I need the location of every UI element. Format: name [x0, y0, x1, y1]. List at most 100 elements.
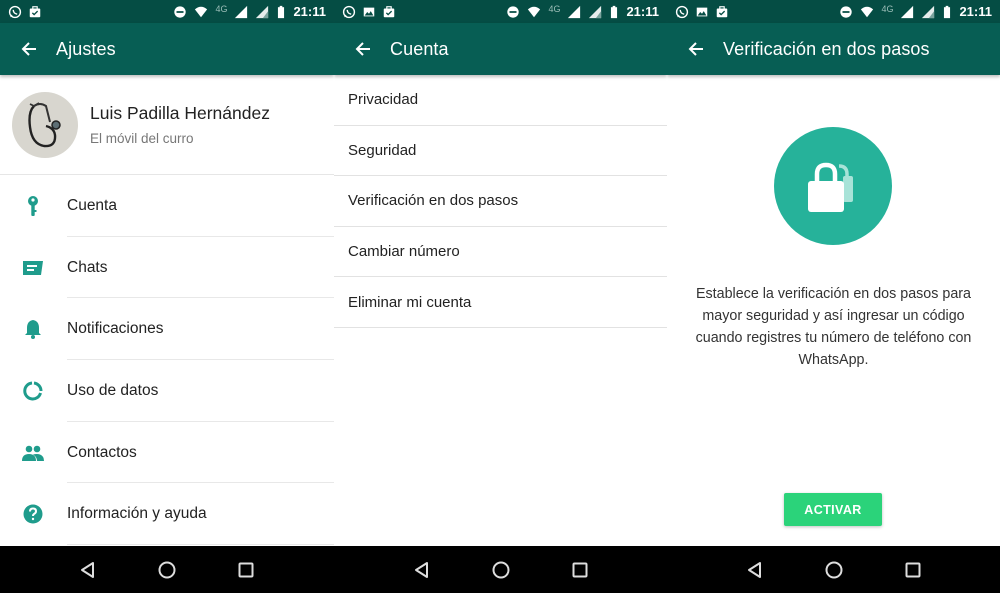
whatsapp-icon [8, 5, 22, 18]
back-button[interactable] [0, 23, 56, 75]
padlock-icon [808, 162, 853, 212]
nav-home-button[interactable] [155, 558, 179, 582]
help-icon [23, 504, 42, 524]
settings-item-label: Uso de datos [67, 381, 159, 399]
home-circle-icon [158, 561, 176, 578]
arrow-left-icon [688, 42, 703, 56]
gallery-icon [363, 7, 375, 16]
screen-two-step-verification: 4G 21:11 Verificación en dos pasos Estab… [667, 0, 1000, 593]
settings-item-chats[interactable]: Chats [0, 237, 334, 299]
nav-back-button[interactable] [743, 558, 767, 582]
nav-home-button[interactable] [489, 558, 513, 582]
page-title: Cuenta [390, 38, 449, 59]
clock: 21:11 [293, 4, 326, 19]
settings-menu: Cuenta Chats Notificaciones Uso de datos [0, 175, 334, 546]
stethoscope-photo [28, 101, 61, 147]
nav-recents-button[interactable] [234, 558, 258, 582]
navigation-bar [334, 546, 667, 593]
divider [67, 544, 334, 546]
network-type-label: 4G [881, 3, 894, 14]
key-icon [27, 195, 38, 216]
profile-status: El móvil del curro [90, 131, 194, 146]
arrow-left-icon [21, 42, 36, 56]
home-circle-icon [492, 561, 509, 578]
signal-icon [235, 5, 248, 18]
do-not-disturb-icon [507, 5, 520, 18]
two-step-description: Establece la verificación en dos pasos p… [695, 286, 972, 368]
screen-account: 4G 21:11 Cuenta Privacidad Seguridad Ver… [334, 0, 667, 593]
briefcase-check-icon [29, 5, 41, 17]
battery-icon [944, 5, 951, 18]
settings-item-label: Notificaciones [67, 320, 164, 338]
screen-settings: 4G 21:11 Ajustes Luis Padilla Hernández [0, 0, 334, 593]
nav-back-button[interactable] [410, 558, 434, 582]
settings-item-label: Información y ayuda [67, 505, 207, 523]
briefcase-check-icon [716, 5, 728, 17]
signal-icon [901, 5, 914, 18]
activate-button[interactable]: ACTIVAR [784, 493, 882, 526]
toolbar: Ajustes [0, 23, 334, 75]
navigation-bar [0, 546, 334, 593]
toolbar: Verificación en dos pasos [667, 23, 1000, 75]
whatsapp-icon [675, 5, 689, 18]
status-bar: 4G 21:11 [334, 0, 667, 23]
account-item-delete-account[interactable]: Eliminar mi cuenta [334, 277, 667, 328]
settings-item-notifications[interactable]: Notificaciones [0, 298, 334, 361]
avatar[interactable] [12, 91, 78, 158]
nav-back-button[interactable] [76, 558, 100, 582]
battery-icon [278, 5, 285, 18]
battery-icon [611, 5, 618, 18]
nav-recents-button[interactable] [901, 558, 925, 582]
clock: 21:11 [626, 4, 659, 19]
contacts-icon [21, 445, 44, 461]
clock: 21:11 [959, 4, 992, 19]
account-item-change-number[interactable]: Cambiar número [334, 227, 667, 278]
two-step-content: Establece la verificación en dos pasos p… [667, 75, 1000, 546]
settings-item-help[interactable]: Información y ayuda [0, 483, 334, 546]
settings-item-label: Chats [67, 258, 108, 276]
signal-icon [922, 5, 935, 18]
network-type-label: 4G [548, 3, 561, 14]
profile-name: Luis Padilla Hernández [90, 103, 270, 123]
nav-home-button[interactable] [822, 558, 846, 582]
toolbar: Cuenta [334, 23, 667, 75]
nav-recents-button[interactable] [568, 558, 592, 582]
page-title: Verificación en dos pasos [723, 38, 930, 59]
account-item-security[interactable]: Seguridad [334, 126, 667, 177]
back-button[interactable] [667, 23, 723, 75]
signal-icon [568, 5, 581, 18]
bell-icon [24, 320, 41, 340]
back-triangle-icon [414, 561, 428, 578]
data-usage-icon [22, 381, 43, 401]
settings-content: Luis Padilla Hernández El móvil del curr… [0, 75, 334, 546]
wifi-icon [195, 6, 208, 17]
signal-icon [589, 5, 602, 18]
account-item-privacy[interactable]: Privacidad [334, 75, 667, 126]
recents-square-icon [905, 562, 920, 577]
settings-item-label: Contactos [67, 443, 137, 461]
signal-icon [256, 5, 269, 18]
padlock-illustration [774, 127, 892, 245]
gallery-icon [696, 7, 708, 16]
profile-row[interactable]: Luis Padilla Hernández El móvil del curr… [0, 75, 334, 175]
settings-item-account[interactable]: Cuenta [0, 175, 334, 237]
do-not-disturb-icon [840, 5, 853, 18]
account-menu: Privacidad Seguridad Verificación en dos… [334, 75, 667, 546]
recents-square-icon [572, 562, 587, 577]
network-type-label: 4G [215, 3, 228, 14]
back-button[interactable] [334, 23, 390, 75]
chat-icon [22, 260, 43, 275]
status-bar: 4G 21:11 [667, 0, 1000, 23]
wifi-icon [528, 6, 541, 17]
do-not-disturb-icon [174, 5, 187, 18]
whatsapp-icon [342, 5, 356, 18]
back-triangle-icon [747, 561, 761, 578]
arrow-left-icon [355, 42, 370, 56]
recents-square-icon [238, 562, 254, 577]
account-item-two-step-verification[interactable]: Verificación en dos pasos [334, 176, 667, 227]
settings-item-contacts[interactable]: Contactos [0, 422, 334, 484]
back-triangle-icon [80, 561, 94, 578]
wifi-icon [861, 6, 874, 17]
settings-item-data-usage[interactable]: Uso de datos [0, 360, 334, 422]
page-title: Ajustes [56, 38, 116, 59]
